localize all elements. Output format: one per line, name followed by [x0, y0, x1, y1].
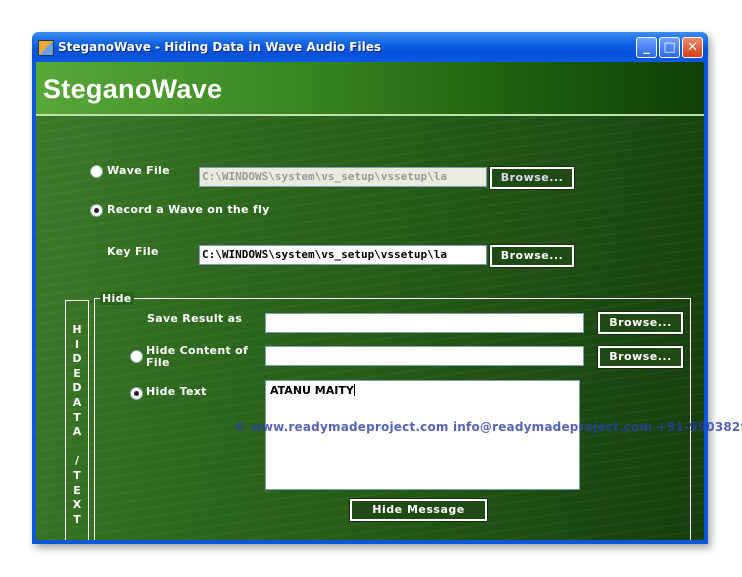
hide-message-button[interactable]: Hide Message	[349, 498, 488, 522]
window-title: SteganoWave - Hiding Data in Wave Audio …	[58, 40, 381, 54]
side-label-char: /	[74, 454, 80, 468]
hide-file-radio[interactable]	[130, 350, 143, 363]
title-bar[interactable]: SteganoWave - Hiding Data in Wave Audio …	[32, 32, 708, 62]
app-logo: SteganoWave	[43, 74, 223, 104]
side-label-char: I	[74, 337, 80, 351]
wave-file-label: Wave File	[107, 164, 170, 177]
key-file-path[interactable]: C:\WINDOWS\system\vs_setup\vssetup\la	[199, 245, 487, 265]
maximize-button[interactable]: □	[659, 37, 680, 58]
close-button[interactable]: ✕	[682, 37, 703, 58]
save-result-input[interactable]	[265, 313, 584, 333]
text-caret	[353, 384, 355, 396]
close-icon: ✕	[687, 40, 698, 55]
side-label-char: D	[72, 352, 82, 366]
hide-file-label-line2: File	[146, 356, 170, 369]
hide-text-value: ATANU MAITY	[270, 384, 354, 397]
hide-text-radio[interactable]	[130, 387, 143, 400]
side-label-char: D	[72, 381, 82, 395]
side-label-char	[66, 440, 88, 455]
hide-file-input[interactable]	[265, 346, 584, 366]
client-area: SteganoWave Wave File C:\WINDOWS\system\…	[36, 62, 704, 540]
app-window: SteganoWave - Hiding Data in Wave Audio …	[32, 32, 708, 544]
side-label-char: E	[73, 366, 81, 380]
key-file-browse-button[interactable]: Browse...	[489, 244, 575, 268]
header-banner: SteganoWave	[36, 62, 704, 116]
minimize-button[interactable]: _	[636, 37, 657, 58]
side-label-char: E	[73, 483, 81, 497]
key-file-label: Key File	[107, 245, 159, 258]
save-result-label: Save Result as	[147, 312, 243, 325]
maximize-icon: □	[663, 40, 676, 55]
hide-group-legend: Hide	[100, 292, 134, 305]
side-label-char: H	[72, 323, 82, 336]
hide-text-label: Hide Text	[146, 385, 207, 398]
side-label-char: X	[72, 498, 82, 512]
record-wave-label: Record a Wave on the fly	[107, 203, 270, 216]
minimize-icon: _	[643, 40, 650, 55]
watermark-text: © www.readymadeproject.com info@readymad…	[234, 420, 742, 434]
record-wave-radio[interactable]	[90, 204, 103, 217]
side-label-char: T	[73, 512, 81, 526]
hide-file-browse-button[interactable]: Browse...	[597, 345, 684, 369]
wave-file-browse-button[interactable]: Browse...	[489, 166, 575, 190]
side-label-box: HIDEDATA / T E X T	[65, 300, 89, 540]
save-result-browse-button[interactable]: Browse...	[597, 311, 684, 335]
side-label-char: T	[73, 410, 81, 424]
side-label-char: T	[73, 468, 81, 482]
side-vertical-label: HIDEDATA / T E X T	[66, 323, 88, 527]
app-icon[interactable]	[38, 40, 54, 56]
wave-file-path[interactable]: C:\WINDOWS\system\vs_setup\vssetup\la	[199, 167, 487, 187]
wave-file-radio[interactable]	[90, 165, 103, 178]
side-label-char: A	[72, 425, 82, 439]
side-label-char: A	[72, 395, 82, 409]
hide-text-area[interactable]: ATANU MAITY	[265, 380, 580, 490]
